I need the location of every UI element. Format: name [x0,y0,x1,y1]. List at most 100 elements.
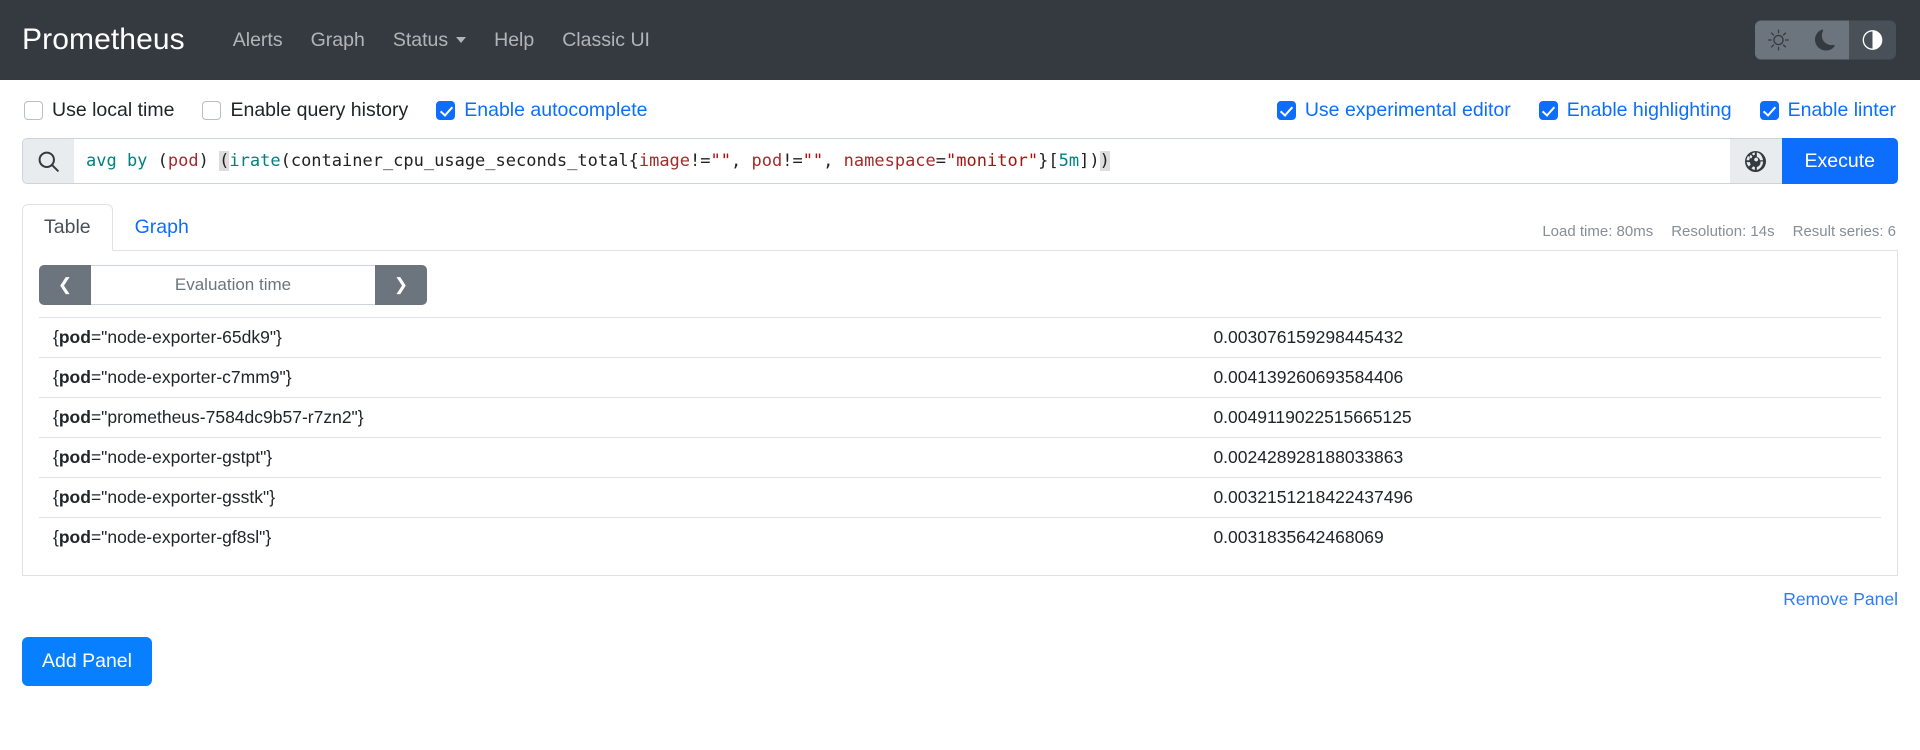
promql-token: } [1038,151,1049,171]
promql-token: ( [219,151,230,171]
nav-link-label: Help [494,28,535,51]
result-value-cell: 0.0049119022515665125 [1199,397,1881,438]
navbar: Prometheus Alerts Graph Status Help Clas… [0,0,1920,80]
checkbox-use-local-time[interactable]: Use local time [24,99,174,122]
checkbox-use-experimental-editor[interactable]: Use experimental editor [1276,98,1511,122]
nav-link-classic-ui[interactable]: Classic UI [548,21,664,60]
result-metric-cell: {pod="node-exporter-65dk9"} [39,317,1200,358]
remove-panel-link[interactable]: Remove Panel [1783,589,1898,609]
checkbox-label: Use experimental editor [1304,98,1511,121]
search-icon [22,138,74,184]
result-value-cell: 0.0032151218422437496 [1199,477,1881,518]
checkbox-label: Enable autocomplete [464,98,648,121]
tab-graph[interactable]: Graph [113,204,211,251]
checkbox-box[interactable] [202,100,222,120]
result-value-cell: 0.002428928188033863 [1199,437,1881,478]
checkbox-enable-query-history[interactable]: Enable query history [202,99,408,122]
result-metric-cell: {pod="prometheus-7584dc9b57-r7zn2"} [39,397,1200,438]
theme-switcher [1755,20,1896,60]
table-row: {pod="node-exporter-c7mm9"} 0.00413926069… [39,357,1881,398]
result-metric-cell: {pod="node-exporter-c7mm9"} [39,357,1200,398]
checkbox-box[interactable] [24,100,43,120]
promql-token: ) [198,151,209,171]
nav-link-status[interactable]: Status [379,21,480,60]
promql-token: ) [1099,151,1110,171]
checkbox-box[interactable] [1538,100,1558,120]
query-bar: avg by (pod) (irate(container_cpu_usage_… [22,138,1898,184]
remove-panel-row: Remove Panel [22,576,1898,610]
checkbox-box[interactable] [1759,100,1779,120]
theme-light-button[interactable] [1755,20,1802,60]
promql-token: namespace [843,151,936,171]
promql-token: container_cpu_usage_seconds_total [290,151,629,171]
promql-token: ( [280,151,291,171]
table-row: {pod="node-exporter-gstpt"} 0.00242892818… [39,437,1881,478]
promql-expression: avg by (pod) (irate(container_cpu_usage_… [86,151,1110,171]
result-value-cell: 0.0031835642468069 [1199,517,1881,557]
promql-token: 5m [1058,151,1080,171]
eval-next-button[interactable]: ❯ [375,265,427,305]
checkbox-box[interactable] [1276,100,1296,120]
chevron-down-icon [456,37,467,43]
nav-link-graph[interactable]: Graph [297,21,379,60]
eval-prev-button[interactable]: ❮ [39,265,91,305]
metric-label-set: {pod="node-exporter-c7mm9"} [53,367,292,387]
promql-token: ) [1089,151,1100,171]
promql-token: ] [1079,151,1090,171]
results-table: {pod="node-exporter-65dk9"} 0.00307615929… [39,317,1881,557]
nav-links: Alerts Graph Status Help Classic UI [219,21,664,60]
promql-token: [ [1048,151,1059,171]
nav-link-label: Alerts [232,28,283,51]
brand-logo[interactable]: Prometheus [22,23,185,57]
checkbox-box[interactable] [436,100,456,120]
query-meta: Load time: 80ms Resolution: 14s Result s… [1542,223,1896,240]
promql-token: irate [229,151,281,171]
checkbox-label: Enable linter [1787,98,1896,121]
tab-table[interactable]: Table [22,204,113,251]
promql-token: avg by [86,151,148,171]
result-series: Result series: 6 [1792,223,1896,240]
promql-token: != [782,151,803,171]
checkbox-enable-highlighting[interactable]: Enable highlighting [1538,99,1732,122]
nav-link-alerts[interactable]: Alerts [219,21,297,60]
evaluation-time-input[interactable] [91,265,375,305]
checkbox-label: Use local time [52,98,175,121]
promql-token: "" [802,151,824,171]
checkbox-enable-linter[interactable]: Enable linter [1759,98,1896,122]
result-value-cell: 0.004139260693584406 [1199,357,1881,398]
globe-icon[interactable] [1729,138,1782,184]
checkbox-enable-autocomplete[interactable]: Enable autocomplete [436,99,647,122]
query-input[interactable]: avg by (pod) (irate(container_cpu_usage_… [74,138,1730,184]
add-panel-button[interactable]: Add Panel [22,637,152,686]
promql-token: "" [710,151,731,171]
promql-token: pod [167,151,199,171]
result-tabs: Table Graph Load time: 80ms Resolution: … [22,204,1898,251]
options-right-group: Use experimental editor Enable highlight… [1276,98,1896,122]
metric-label-key: pod [58,527,91,547]
theme-dark-button[interactable] [1802,20,1849,60]
metric-label-key: pod [58,447,91,467]
options-left-group: Use local time Enable query history Enab… [24,99,647,122]
promql-token: , [731,151,752,171]
promql-token [209,151,219,171]
checkbox-label: Enable query history [230,98,409,121]
metric-label-key: pod [58,487,91,507]
promql-token: ( [157,151,168,171]
metric-label-key: pod [58,327,91,347]
promql-token: != [690,151,711,171]
load-time: Load time: 80ms [1542,223,1654,240]
nav-link-label: Status [392,28,449,51]
metric-label-set: {pod="node-exporter-gf8sl"} [53,527,272,547]
evaluation-time-group: ❮ ❯ [39,265,427,305]
promql-token: = [935,151,947,171]
theme-auto-button[interactable] [1849,20,1896,60]
metric-label-set: {pod="prometheus-7584dc9b57-r7zn2"} [53,407,364,427]
table-row: {pod="node-exporter-gf8sl"} 0.00318356424… [39,517,1881,557]
result-metric-cell: {pod="node-exporter-gstpt"} [39,437,1200,478]
result-metric-cell: {pod="node-exporter-gsstk"} [39,477,1200,518]
metric-label-set: {pod="node-exporter-gstpt"} [53,447,273,467]
promql-token: "monitor" [946,151,1039,171]
execute-button[interactable]: Execute [1781,138,1898,184]
nav-link-help[interactable]: Help [480,21,548,60]
result-value-cell: 0.003076159298445432 [1199,317,1881,358]
